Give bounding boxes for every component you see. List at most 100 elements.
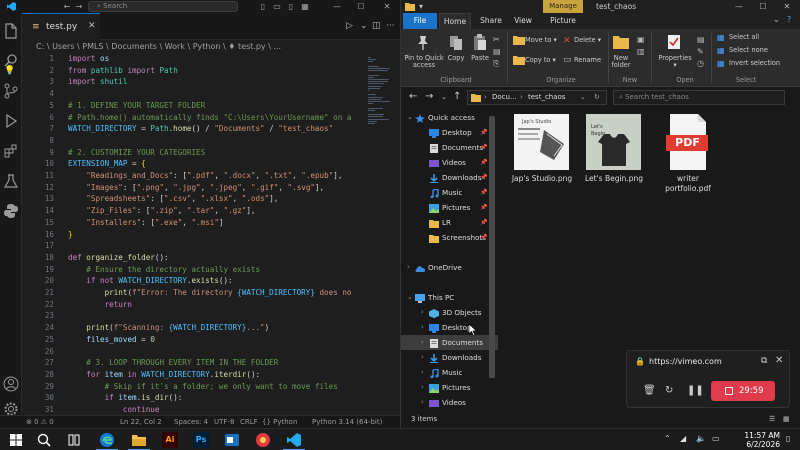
open-icon[interactable]: ▤	[697, 35, 705, 44]
code-line[interactable]: # 3. LOOP THROUGH EVERY ITEM IN THE FOLD…	[68, 358, 278, 367]
run-dropdown-icon[interactable]: ⌄	[360, 21, 368, 31]
nav-item-desktop[interactable]: › Desktop	[401, 320, 498, 335]
search-input[interactable]: ⌕ Search test_chaos	[613, 90, 785, 105]
expand-chevron-icon[interactable]: ›	[407, 260, 410, 275]
expand-chevron-icon[interactable]: ⌄	[407, 110, 413, 125]
layout-secondary-icon[interactable]: ▯	[284, 0, 298, 13]
address-dropdown-icon[interactable]: ⌄	[580, 91, 586, 104]
code-line[interactable]: import shutil	[68, 77, 127, 86]
code-line[interactable]: print(f"Scanning: {WATCH_DIRECTORY}...")	[68, 323, 269, 332]
minimize-icon[interactable]: —	[727, 0, 751, 13]
copy-path-icon[interactable]: ▤	[493, 47, 501, 56]
properties-button[interactable]: Properties ▾	[655, 55, 695, 69]
copy-to-button[interactable]: Copy to ▾	[525, 57, 559, 64]
more-actions-icon[interactable]: ···	[386, 21, 395, 31]
expand-chevron-icon[interactable]: ›	[421, 320, 424, 335]
close-window-icon[interactable]: ✕	[380, 0, 394, 13]
forward-arrow-icon[interactable]: →	[425, 91, 433, 102]
tab-close-icon[interactable]: ✕	[88, 21, 96, 31]
close-icon[interactable]: ✕	[775, 355, 783, 366]
expand-chevron-icon[interactable]: ⌄	[407, 290, 413, 305]
code-line[interactable]: # Path.home() automatically finds "C:\Us…	[68, 113, 351, 122]
nav-item-pictures[interactable]: Pictures 📌	[401, 200, 498, 215]
code-line[interactable]: def organize_folder():	[68, 253, 169, 262]
stop-recording-button[interactable]: 29:59	[711, 381, 775, 401]
nav-item-lr[interactable]: LR 📌	[401, 215, 498, 230]
status-interpreter[interactable]: Python 3.14 (64-bit)	[312, 416, 382, 428]
search-icon[interactable]	[36, 432, 52, 448]
testing-flask-icon[interactable]	[3, 173, 19, 189]
quick-access-toolbar-icon[interactable]: ▾	[419, 0, 423, 13]
nav-item-3d-objects[interactable]: › 3D Objects	[401, 305, 498, 320]
task-view-icon[interactable]	[66, 432, 82, 448]
address-segment-test-chaos[interactable]: test_chaos	[528, 91, 565, 104]
expand-chevron-icon[interactable]: ›	[421, 365, 424, 380]
nav-item-videos[interactable]: › Videos	[401, 395, 498, 410]
layout-sidebar-icon[interactable]: ▯	[256, 0, 270, 13]
app-red-icon[interactable]	[255, 432, 271, 448]
nav-item-music[interactable]: › Music	[401, 365, 498, 380]
expand-chevron-icon[interactable]: ›	[421, 395, 424, 410]
nav-item-quick-access[interactable]: ⌄ Quick access	[401, 110, 498, 125]
select-all-button[interactable]: Select all	[729, 34, 789, 41]
recent-locations-icon[interactable]: ⌄	[441, 93, 447, 101]
nav-item-videos[interactable]: Videos 📌	[401, 155, 498, 170]
copy-button[interactable]: Copy	[445, 55, 467, 62]
close-window-icon[interactable]: ✕	[775, 0, 799, 13]
delete-button[interactable]: Delete ▾	[574, 37, 608, 44]
paste-shortcut-icon[interactable]: ⎘	[493, 59, 499, 69]
code-line[interactable]: "Spreadsheets": [".csv", ".xlsx", ".ods"…	[68, 194, 278, 203]
trash-icon[interactable]: 🗑	[643, 385, 656, 396]
status-encoding[interactable]: UTF-8	[214, 416, 234, 428]
lightbulb-icon[interactable]: 💡	[4, 66, 15, 76]
status-language[interactable]: {} Python	[262, 416, 297, 428]
tab-file[interactable]: File	[403, 13, 437, 29]
edge-browser-icon[interactable]	[99, 432, 115, 448]
source-control-icon[interactable]	[3, 83, 19, 99]
status-eol[interactable]: CRLF	[240, 416, 258, 428]
tab-share[interactable]: Share	[475, 13, 507, 29]
tab-view[interactable]: View	[509, 13, 537, 29]
command-center-search[interactable]: ⌕ Search	[88, 1, 238, 12]
large-icons-view-icon[interactable]: ▦	[783, 410, 790, 428]
code-line[interactable]: return	[68, 300, 132, 309]
manage-context-tab[interactable]: Manage	[543, 0, 583, 13]
nav-item-screenshots[interactable]: Screenshots 📌	[401, 230, 498, 245]
code-line[interactable]: import os	[68, 54, 109, 63]
code-line[interactable]: if item.is_dir():	[68, 393, 183, 402]
address-bar[interactable]: › Docu... › test_chaos ⌄ ↻	[467, 90, 607, 105]
file-list[interactable]: Jap's Studio Jap's Studio.png Let's Begi…	[501, 110, 800, 320]
photoshop-icon[interactable]: Ps	[193, 432, 209, 448]
help-icon[interactable]: ?	[787, 15, 791, 24]
code-line[interactable]: # 1. DEFINE YOUR TARGET FOLDER	[68, 101, 205, 110]
illustrator-icon[interactable]: Ai	[162, 432, 178, 448]
python-icon[interactable]	[3, 203, 19, 219]
nav-item-documents[interactable]: › Documents	[401, 335, 498, 350]
battery-icon[interactable]: ▭	[712, 434, 720, 443]
nav-item-onedrive[interactable]: › OneDrive	[401, 260, 498, 275]
tab-picture-tools[interactable]: Picture Tools	[541, 13, 585, 41]
expand-chevron-icon[interactable]: ›	[421, 305, 424, 320]
windows-start-icon[interactable]	[8, 432, 24, 448]
refresh-icon[interactable]: ↻	[594, 91, 600, 104]
nav-item-downloads[interactable]: Downloads 📌	[401, 170, 498, 185]
pin-to-quick-access-button[interactable]: Pin to Quick access	[403, 55, 445, 69]
run-debug-icon[interactable]	[3, 113, 19, 129]
customize-layout-icon[interactable]: ▦	[298, 0, 312, 13]
breadcrumb[interactable]: C: \ Users \ PMLS \ Documents \ Work \ P…	[22, 40, 400, 53]
tab-test-py[interactable]: ≡ test.py ✕	[22, 13, 100, 40]
volume-icon[interactable]: 🔈	[696, 434, 706, 443]
explorer-files-icon[interactable]	[3, 23, 19, 39]
expand-chevron-icon[interactable]: ›	[421, 335, 424, 350]
show-hidden-icons-icon[interactable]: ⌃	[664, 434, 671, 443]
clock[interactable]: 11:57 AM 6/2/2026	[730, 431, 780, 449]
account-icon[interactable]	[3, 376, 19, 392]
network-icon[interactable]: ◢	[680, 434, 686, 443]
minimap[interactable]	[366, 53, 398, 415]
forward-arrow-icon[interactable]: →	[72, 0, 86, 13]
restart-icon[interactable]: ↻	[665, 385, 673, 396]
code-line[interactable]: }	[68, 230, 73, 239]
history-icon[interactable]: ◷	[697, 59, 704, 68]
notifications-icon[interactable]: ▯	[786, 434, 790, 443]
code-line[interactable]: continue	[68, 405, 160, 414]
